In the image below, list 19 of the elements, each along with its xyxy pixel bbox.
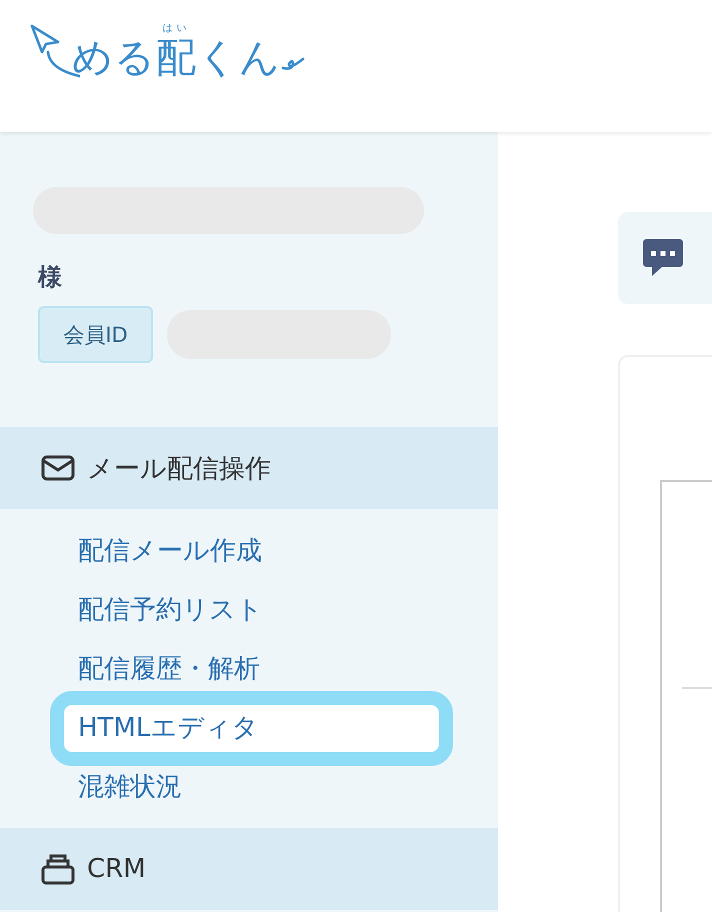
envelope-icon xyxy=(41,455,75,481)
logo-text: める xyxy=(72,34,156,82)
logo-text: くん xyxy=(197,34,281,82)
logo-ruby: はい xyxy=(162,24,190,34)
menu-link[interactable]: 配信予約リスト xyxy=(64,587,439,634)
menu-link[interactable]: 混雑状況 xyxy=(64,764,439,811)
swoosh-icon xyxy=(281,56,305,72)
logo-text: 配 xyxy=(156,34,197,82)
menu-link[interactable]: 配信メール作成 xyxy=(64,528,439,575)
chat-bubble-icon xyxy=(642,237,684,279)
member-id-label: 会員ID xyxy=(38,306,153,363)
stack-icon xyxy=(41,853,75,885)
menu-section-label: メール配信操作 xyxy=(87,452,271,486)
menu-link[interactable]: 配信履歴・解析 xyxy=(64,646,439,693)
menu-section-header[interactable]: CRM xyxy=(0,828,498,910)
menu-section-header[interactable]: メール配信操作 xyxy=(0,427,498,509)
honorific: 様 xyxy=(38,262,63,292)
menu-link[interactable]: HTMLエディタ xyxy=(64,705,439,752)
menu-section-label: CRM xyxy=(87,854,146,884)
